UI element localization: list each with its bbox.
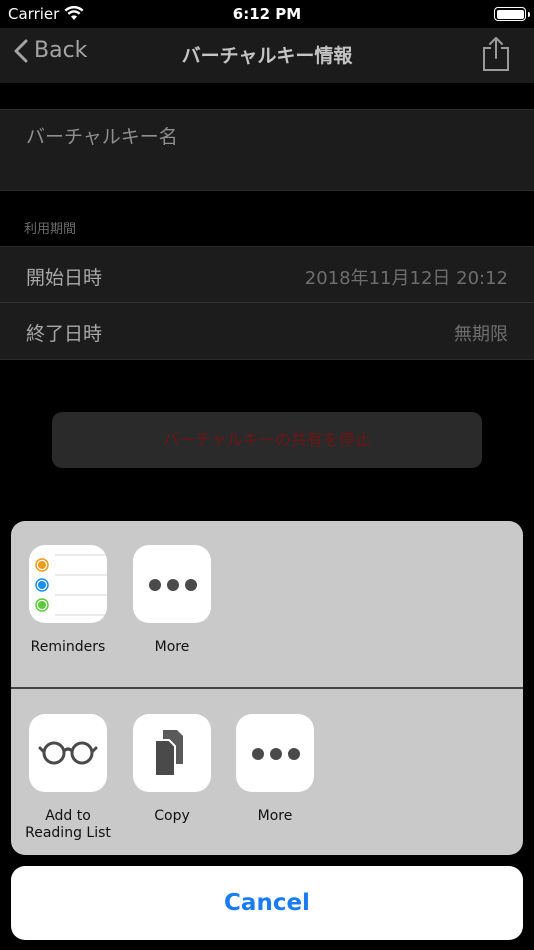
battery-icon [494, 7, 530, 21]
start-datetime-label: 開始日時 [26, 267, 103, 289]
end-datetime-label: 終了日時 [26, 323, 103, 345]
page-title: バーチャルキー情報 [181, 45, 353, 67]
share-app-label: Reminders [30, 639, 106, 655]
cancel-button[interactable]: Cancel [11, 866, 523, 940]
reminders-icon [29, 545, 107, 623]
share-sheet: Reminders More Add to Reading List Copy … [11, 521, 523, 855]
action-label: Copy [154, 808, 190, 824]
action-copy[interactable]: Copy [132, 714, 212, 825]
copy-icon [133, 714, 211, 792]
share-app-label: More [154, 639, 190, 655]
share-icon[interactable] [482, 36, 510, 76]
action-more[interactable]: More [235, 714, 315, 825]
more-icon [133, 545, 211, 623]
reading-list-icon [29, 714, 107, 792]
virtual-key-name-field[interactable]: バーチャルキー名 [0, 109, 534, 191]
end-datetime-value: 無期限 [454, 324, 508, 345]
usage-period-section-label: 利用期間 [24, 222, 77, 237]
share-app-more[interactable]: More [132, 545, 212, 656]
start-datetime-value: 2018年11月12日 20:12 [304, 268, 508, 289]
end-datetime-row[interactable]: 終了日時 無期限 [0, 303, 534, 360]
stop-sharing-button[interactable]: バーチャルキーの共有を停止 [52, 412, 482, 468]
more-icon [236, 714, 314, 792]
action-add-to-reading-list[interactable]: Add to Reading List [25, 714, 111, 842]
action-label: Add to Reading List [25, 808, 111, 841]
status-bar: Carrier 6:12 PM [0, 0, 534, 28]
navigation-bar: Back バーチャルキー情報 [0, 28, 534, 83]
action-label: More [257, 808, 293, 824]
start-datetime-row[interactable]: 開始日時 2018年11月12日 20:12 [0, 246, 534, 303]
share-sheet-divider [11, 687, 523, 689]
share-app-reminders[interactable]: Reminders [28, 545, 108, 656]
virtual-key-name-placeholder: バーチャルキー名 [26, 126, 178, 148]
clock: 6:12 PM [232, 5, 302, 23]
